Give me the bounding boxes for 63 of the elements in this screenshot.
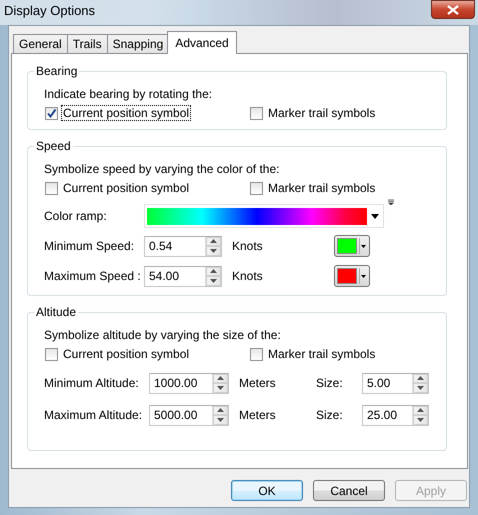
checkbox[interactable] (45, 106, 58, 120)
field-label: Maximum Speed : (44, 269, 142, 283)
checkbox[interactable] (45, 182, 58, 194)
unit-label: Knots (231, 239, 264, 253)
instruction-text: Symbolize altitude by varying the size of the: (44, 327, 282, 343)
checkbox-label[interactable]: Current position symbol (62, 181, 190, 195)
dialog-button[interactable]: Cancel (313, 480, 385, 501)
instruction-text: Symbolize speed by varying the color of the: (44, 161, 280, 177)
caret-icon (361, 244, 366, 248)
color-picker-button[interactable] (334, 265, 370, 287)
spin-down-icon[interactable] (213, 415, 228, 424)
window-title: Display Options (4, 3, 96, 18)
spin-up-icon[interactable] (213, 374, 228, 383)
color-picker-button[interactable] (334, 235, 370, 257)
checkbox[interactable] (250, 106, 263, 120)
group-title: Bearing (34, 64, 80, 78)
spin-field[interactable]: 1000.00 (149, 372, 229, 394)
spin-down-icon[interactable] (413, 415, 428, 424)
spin-down-icon[interactable] (213, 383, 228, 392)
spin-field[interactable]: 0.54 (144, 236, 222, 256)
caret-icon (371, 214, 379, 218)
field-label: Minimum Altitude: (44, 376, 140, 390)
spin-field[interactable]: 5000.00 (149, 404, 229, 426)
close-button[interactable] (431, 0, 475, 19)
spin-down-icon[interactable] (206, 246, 221, 256)
checkbox[interactable] (250, 182, 263, 194)
checkbox[interactable] (45, 348, 58, 360)
unit-label: Meters (238, 408, 277, 422)
spin-field[interactable]: 54.00 (144, 266, 222, 286)
unit-label: Knots (231, 269, 264, 283)
spin-up-icon[interactable] (206, 266, 221, 276)
flip-icon[interactable] (388, 199, 394, 205)
group-title: Speed (34, 139, 73, 153)
field-label: Size: (316, 376, 344, 390)
checkbox-label[interactable]: Marker trail symbols (267, 106, 376, 120)
spin-down-icon[interactable] (413, 383, 428, 392)
spin-field[interactable]: 5.00 (362, 372, 429, 394)
checkbox-label[interactable]: Marker trail symbols (267, 347, 376, 361)
spin-up-icon[interactable] (413, 406, 428, 415)
unit-label: Meters (238, 376, 277, 390)
tab[interactable]: Trails (66, 34, 108, 53)
caret-icon (361, 274, 366, 278)
tab[interactable]: Snapping (106, 34, 170, 53)
tab[interactable]: Advanced (167, 31, 237, 54)
spin-down-icon[interactable] (206, 276, 221, 286)
field-label: Maximum Altitude: (44, 408, 144, 422)
field-label: Color ramp: (44, 209, 108, 223)
field-label: Minimum Speed: (44, 239, 136, 253)
checkbox-label[interactable]: Marker trail symbols (267, 181, 376, 195)
spin-field[interactable]: 25.00 (362, 404, 429, 426)
dialog-button[interactable]: OK (231, 480, 303, 501)
spin-up-icon[interactable] (206, 236, 221, 246)
group-title: Altitude (34, 305, 78, 319)
tab[interactable]: General (13, 34, 68, 53)
checkbox-label[interactable]: Current position symbol (62, 106, 190, 120)
close-icon (447, 4, 459, 14)
spin-up-icon[interactable] (213, 406, 228, 415)
color-ramp-dropdown[interactable] (144, 204, 384, 228)
spin-up-icon[interactable] (413, 374, 428, 383)
checkbox[interactable] (250, 348, 263, 360)
checkbox-label[interactable]: Current position symbol (62, 347, 190, 361)
instruction-text: Indicate bearing by rotating the: (44, 86, 214, 102)
field-label: Size: (316, 408, 344, 422)
